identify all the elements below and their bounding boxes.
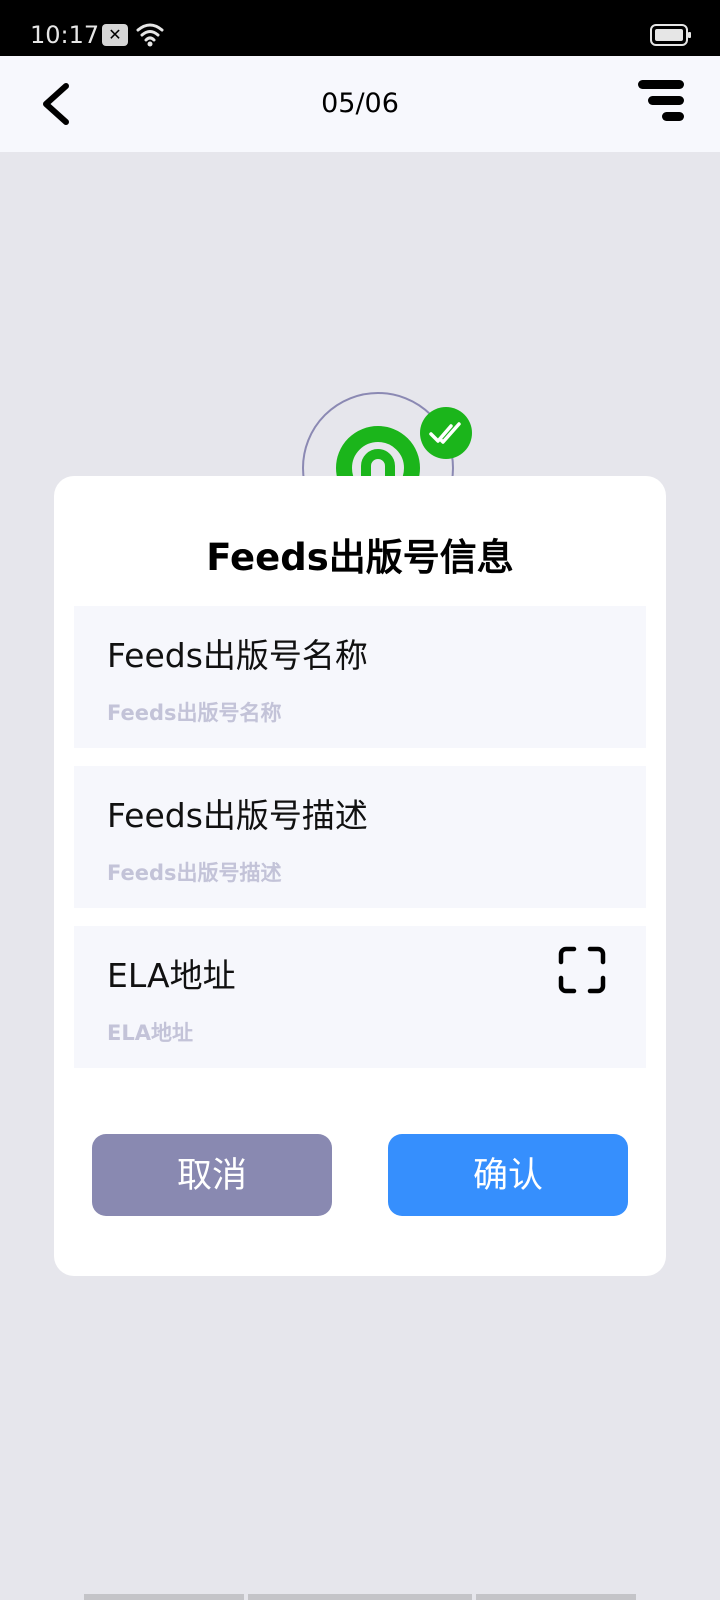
wifi-icon <box>136 23 164 47</box>
scan-icon[interactable] <box>558 946 606 994</box>
app-header: 05/06 <box>0 56 720 152</box>
ela-address-field: ELA地址 <box>74 926 646 1068</box>
nav-indicator-left <box>84 1594 244 1600</box>
status-bar: 10:17 ✕ <box>0 0 720 56</box>
cancel-button[interactable]: 取消 <box>92 1134 332 1216</box>
publisher-name-label: Feeds出版号名称 <box>107 636 368 675</box>
publisher-description-label: Feeds出版号描述 <box>107 796 368 835</box>
publisher-name-field: Feeds出版号名称 <box>74 606 646 748</box>
battery-icon <box>650 24 691 46</box>
ela-address-input[interactable] <box>107 1016 527 1050</box>
menu-button[interactable] <box>634 76 690 132</box>
nav-indicator-right <box>476 1594 636 1600</box>
status-time: 10:17 <box>30 21 100 49</box>
publish-info-dialog: Feeds出版号信息 Feeds出版号名称 Feeds出版号描述 ELA地址 取… <box>54 476 666 1276</box>
publisher-description-input[interactable] <box>107 856 527 890</box>
avatar <box>302 392 472 544</box>
confirm-button[interactable]: 确认 <box>388 1134 628 1216</box>
page-counter: 05/06 <box>321 88 399 119</box>
publisher-description-field: Feeds出版号描述 <box>74 766 646 908</box>
dialog-title: Feeds出版号信息 <box>206 536 514 579</box>
ela-address-label: ELA地址 <box>107 956 236 995</box>
nav-indicator-center <box>248 1594 472 1600</box>
publisher-name-input[interactable] <box>107 696 527 730</box>
double-check-icon <box>420 407 472 459</box>
notification-icon: ✕ <box>102 24 128 46</box>
